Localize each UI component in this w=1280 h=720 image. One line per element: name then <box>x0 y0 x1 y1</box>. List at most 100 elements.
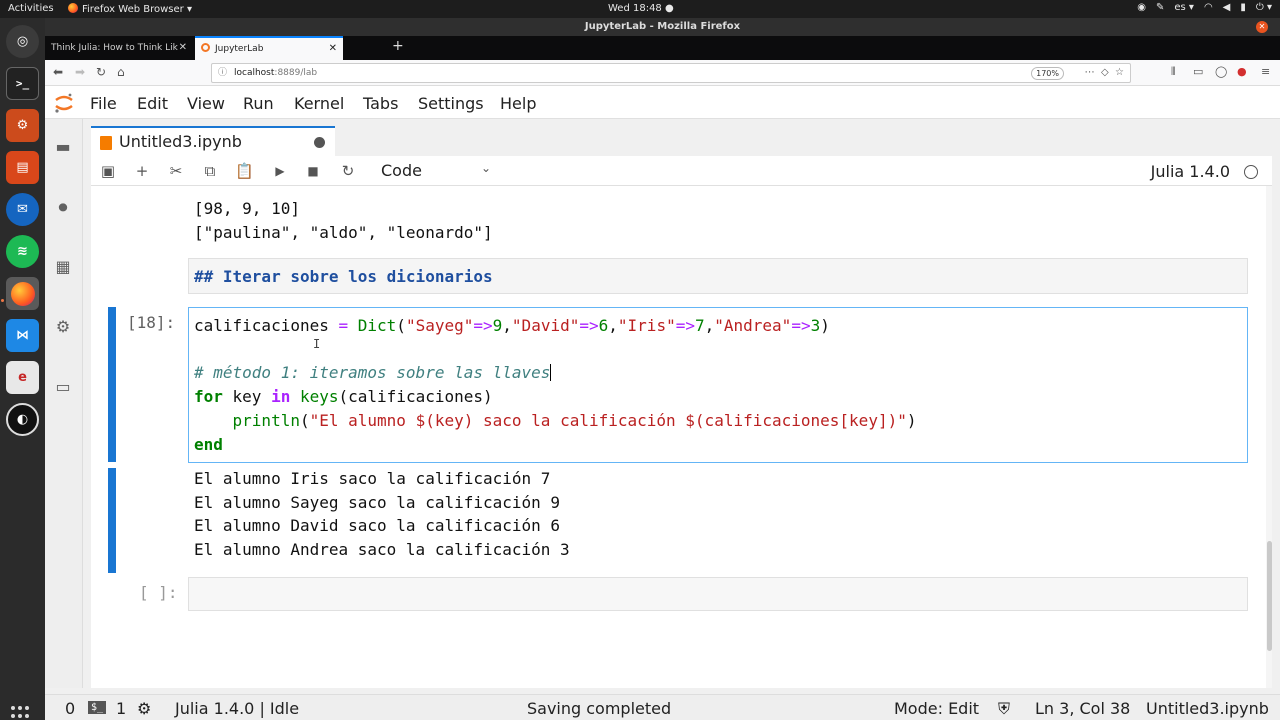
spotify-icon[interactable]: ≋ <box>6 235 39 268</box>
new-tab-icon[interactable]: + <box>392 38 404 54</box>
home-icon[interactable]: ⌂ <box>117 65 125 79</box>
run-icon[interactable]: ▶ <box>271 164 289 178</box>
obs-icon[interactable]: ◐ <box>6 403 39 436</box>
running-kernels-icon[interactable]: ⏺ <box>53 197 73 218</box>
app-menu[interactable]: Firefox Web Browser ▾ <box>68 3 192 15</box>
addon-icon[interactable]: ● <box>1237 65 1247 78</box>
folder-icon[interactable]: ▬ <box>53 137 73 157</box>
ibeam-cursor-icon: I <box>313 337 321 351</box>
back-arrow-icon[interactable]: ⬅ <box>53 65 63 79</box>
site-info-icon[interactable]: ⓘ <box>218 64 227 82</box>
console-count[interactable]: 1 <box>116 699 126 718</box>
system-tray: ◉ ✎ es ▾ ◠ ◀ ▮ ⏻ ▾ <box>1137 2 1272 13</box>
close-tab-icon[interactable]: ✕ <box>329 38 337 60</box>
browser-tab-label: Think Julia: How to Think Lik <box>51 43 178 53</box>
settings-gear-icon[interactable]: ⚙ <box>6 109 39 142</box>
account-icon[interactable]: ◯ <box>1215 65 1227 78</box>
file-cabinet-icon[interactable]: ▤ <box>6 151 39 184</box>
activities-button[interactable]: Activities <box>8 3 54 14</box>
code-line-1: calificaciones = Dict("Sayeg"=>9,"David"… <box>194 316 830 335</box>
close-tab-icon[interactable]: ✕ <box>179 36 187 60</box>
pocket-icon[interactable]: ◇ <box>1101 67 1109 78</box>
menu-edit[interactable]: Edit <box>137 94 168 113</box>
battery-icon[interactable]: ▮ <box>1240 2 1246 13</box>
window-title-label: JupyterLab - Mozilla Firefox <box>584 21 741 32</box>
code-line-5: println("El alumno $(key) saco la califi… <box>232 411 917 430</box>
window-close-icon[interactable]: ✕ <box>1256 21 1268 33</box>
save-icon[interactable]: ▣ <box>99 162 117 180</box>
jupyter-left-sidebar: ▬ ⏺ ▦ ⚙ ▭ <box>45 119 83 688</box>
forward-arrow-icon[interactable]: ➡ <box>75 65 85 79</box>
empty-code-cell[interactable] <box>188 577 1248 611</box>
kernel-name[interactable]: Julia 1.4.0 <box>1151 162 1230 181</box>
ubuntu-software-icon[interactable]: ◎ <box>6 25 39 58</box>
interrupt-icon[interactable]: ■ <box>304 164 322 178</box>
notebook-document-tab[interactable]: Untitled3.ipynb <box>91 126 335 156</box>
kernel-status-text[interactable]: Julia 1.4.0 | Idle <box>175 699 299 718</box>
language-indicator[interactable]: es ▾ <box>1174 2 1194 13</box>
restart-kernel-icon[interactable]: ↻ <box>339 162 357 180</box>
copy-icon[interactable]: ⧉ <box>201 162 219 180</box>
active-cell-collapser[interactable] <box>108 307 116 462</box>
chrome-tray-icon[interactable]: ◉ <box>1137 2 1146 13</box>
cut-icon[interactable]: ✂ <box>167 162 185 180</box>
thunderbird-icon[interactable]: ✉ <box>6 193 39 226</box>
markdown-cell[interactable]: ## Iterar sobre los dicionarios <box>188 258 1248 294</box>
mode-indicator: Mode: Edit <box>894 699 980 718</box>
terminal-count[interactable]: 0 <box>65 699 75 718</box>
power-icon[interactable]: ⏻ ▾ <box>1256 2 1272 13</box>
trust-shield-icon[interactable]: ⛨ <box>998 699 1010 719</box>
output-line: El alumno Iris saco la calificación 7 <box>194 469 551 488</box>
reload-icon[interactable]: ↻ <box>96 65 106 79</box>
page-actions-menu-icon[interactable]: ⋯ <box>1085 67 1095 78</box>
browser-tab-jupyterlab[interactable]: JupyterLab ✕ <box>195 36 343 60</box>
property-inspector-icon[interactable]: ⚙ <box>53 317 73 337</box>
scrollbar-thumb[interactable] <box>1267 541 1272 651</box>
wifi-icon[interactable]: ◠ <box>1204 2 1213 13</box>
bookmark-star-icon[interactable]: ☆ <box>1115 67 1124 78</box>
chevron-down-icon: ⌄ <box>480 161 491 175</box>
terminal-status-icon[interactable]: $_ <box>88 701 107 714</box>
browser-tab-think-julia[interactable]: Think Julia: How to Think Lik ✕ <box>45 36 193 60</box>
paste-icon[interactable]: 📋 <box>235 162 254 180</box>
menu-file[interactable]: File <box>90 94 117 113</box>
commands-palette-icon[interactable]: ▦ <box>53 257 73 277</box>
kernel-sessions-icon[interactable]: ⚙ <box>137 699 151 718</box>
notebook-scrollbar[interactable] <box>1266 186 1272 688</box>
tabs-panel-icon[interactable]: ▭ <box>53 377 73 397</box>
volume-icon[interactable]: ◀ <box>1223 2 1231 13</box>
firefox-dock-icon[interactable] <box>6 277 39 310</box>
cell-type-value: Code <box>381 161 422 180</box>
menu-tabs[interactable]: Tabs <box>363 94 398 113</box>
url-bar[interactable]: ⓘ localhost:8889/lab 170% ⋯ ◇ ☆ <box>211 63 1131 83</box>
clock[interactable]: Wed 18:48 ● <box>608 3 674 14</box>
cursor-position[interactable]: Ln 3, Col 38 <box>1035 699 1130 718</box>
unsaved-indicator-icon[interactable] <box>314 137 325 148</box>
notebook-cells: [98, 9, 10] ["paulina", "aldo", "leonard… <box>91 186 1272 688</box>
jupyter-logo-icon <box>55 93 73 113</box>
insert-cell-icon[interactable]: + <box>133 162 151 180</box>
code-cell-editor[interactable]: calificaciones = Dict("Sayeg"=>9,"David"… <box>188 307 1248 463</box>
zoom-level-badge[interactable]: 170% <box>1031 67 1064 80</box>
output-line: El alumno Andrea saco la calificación 3 <box>194 540 570 559</box>
hamburger-menu-icon[interactable]: ≡ <box>1261 65 1270 78</box>
menu-view[interactable]: View <box>187 94 225 113</box>
pen-tray-icon[interactable]: ✎ <box>1156 2 1164 13</box>
menu-settings[interactable]: Settings <box>418 94 484 113</box>
url-host: localhost <box>234 68 275 78</box>
sidebar-toggle-icon[interactable]: ▭ <box>1193 65 1203 78</box>
kernel-idle-indicator-icon <box>1244 165 1258 179</box>
menu-help[interactable]: Help <box>500 94 536 113</box>
jupyter-main-area: Untitled3.ipynb ▣ + ✂ ⧉ 📋 ▶ ■ ↻ Code ⌄ J… <box>83 119 1280 688</box>
output-collapser[interactable] <box>108 468 116 573</box>
vscode-icon[interactable]: ⋈ <box>6 319 39 352</box>
cell-type-select[interactable]: Code ⌄ <box>381 161 491 180</box>
menu-kernel[interactable]: Kernel <box>294 94 344 113</box>
terminal-icon[interactable]: >_ <box>6 67 39 100</box>
document-viewer-icon[interactable]: e <box>6 361 39 394</box>
url-path: :8889/lab <box>274 68 318 78</box>
library-icon[interactable]: ⫴ <box>1171 65 1176 79</box>
empty-cell-prompt: [ ]: <box>139 583 178 602</box>
show-applications-icon[interactable] <box>11 706 33 720</box>
menu-run[interactable]: Run <box>243 94 274 113</box>
